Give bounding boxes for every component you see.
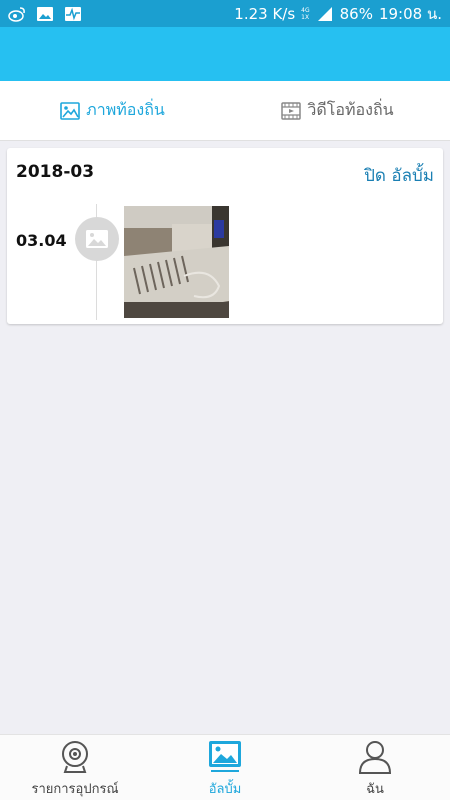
- battery-level: 86%: [339, 4, 373, 23]
- camera-icon: [62, 741, 88, 773]
- nav-album-label: อัลบั้ม: [208, 782, 242, 797]
- tab-local-videos-label: วิดีโอท้องถิ่น: [307, 100, 394, 119]
- image-icon: [60, 101, 80, 120]
- network-speed: 1.23 K/s: [234, 4, 296, 23]
- status-notifications: [8, 6, 82, 22]
- nav-me-label: ฉัน: [366, 782, 384, 797]
- activity-icon: [65, 6, 81, 21]
- network-type-bottom: 1X: [301, 13, 310, 21]
- album-month-title: 2018-03: [16, 162, 95, 182]
- tab-local-photos-label: ภาพท้องถิ่น: [86, 100, 165, 119]
- nav-album[interactable]: อัลบั้ม: [150, 735, 300, 800]
- network-type-top: 4G: [301, 6, 310, 14]
- tab-local-photos[interactable]: ภาพท้องถิ่น: [0, 81, 225, 140]
- photo-placeholder-icon: [86, 230, 108, 248]
- timeline-node: [75, 217, 119, 261]
- media-tabs: ภาพท้องถิ่น วิดีโอท้องถิ่น: [0, 81, 450, 141]
- album-card: 2018-03 ปิด อัลบั้ม 03.04: [7, 148, 443, 324]
- album-day-label: 03.04: [16, 231, 67, 250]
- album-icon: [209, 741, 241, 772]
- gallery-icon: [37, 6, 53, 21]
- film-icon: [281, 101, 302, 120]
- clock: 19:08 น.: [378, 4, 442, 23]
- photo-thumbnail-image: [124, 206, 229, 318]
- photo-thumbnail[interactable]: [124, 206, 229, 318]
- status-bar: 1.23 K/s 4G 1X 86% 19:08 น.: [0, 0, 450, 27]
- weibo-icon: [8, 6, 25, 22]
- tab-local-videos[interactable]: วิดีโอท้องถิ่น: [225, 81, 450, 140]
- network-type: 4G 1X: [301, 7, 309, 21]
- bottom-navigation: รายการอุปกรณ์ อัลบั้ม ฉัน: [0, 734, 450, 800]
- signal-icon: [317, 6, 332, 21]
- app-bar: [0, 27, 450, 81]
- nav-me[interactable]: ฉัน: [300, 735, 450, 800]
- close-album-button[interactable]: ปิด อัลบั้ม: [364, 162, 434, 189]
- nav-device-list[interactable]: รายการอุปกรณ์: [0, 735, 150, 800]
- nav-device-list-label: รายการอุปกรณ์: [31, 782, 119, 797]
- person-icon: [358, 741, 392, 774]
